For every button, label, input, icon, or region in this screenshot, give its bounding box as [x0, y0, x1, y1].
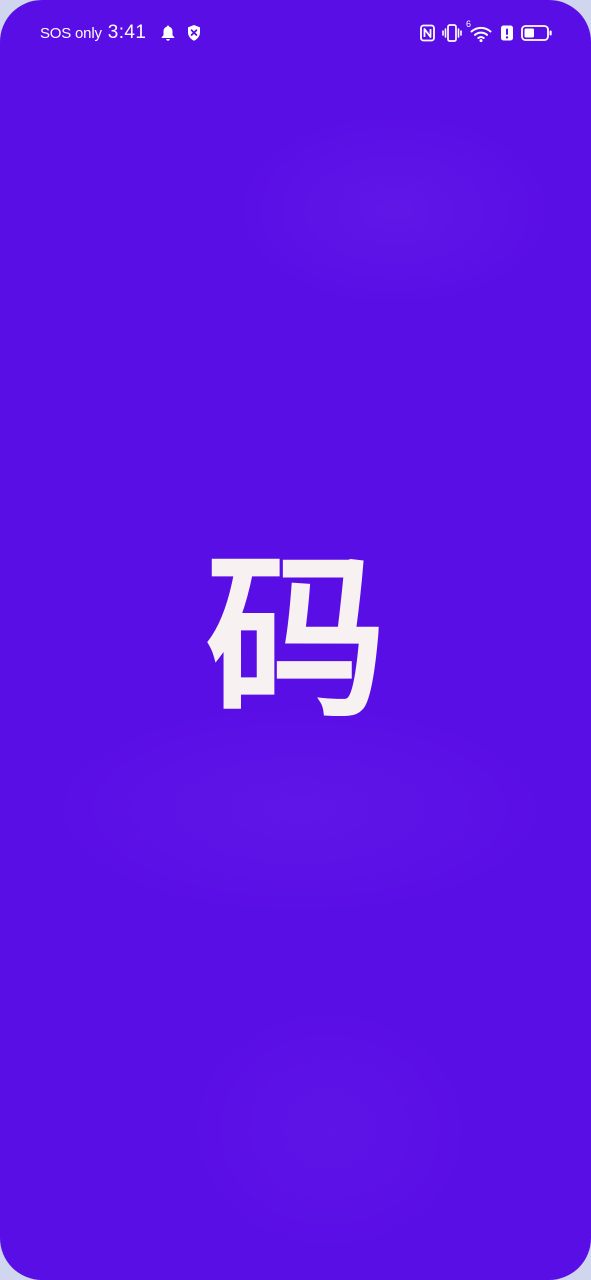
- shield-icon: [186, 24, 202, 42]
- background-glow: [230, 110, 560, 310]
- status-right: 6: [420, 19, 553, 45]
- background-glow: [180, 1000, 480, 1260]
- battery-icon: [521, 24, 553, 42]
- app-logo: 码: [196, 545, 396, 735]
- bell-icon: [160, 24, 176, 42]
- wifi-badge: 6: [466, 19, 472, 29]
- alert-icon: [500, 24, 514, 42]
- clock: 3:41: [107, 22, 147, 43]
- status-bar: SOS only 3:41 6: [0, 0, 591, 66]
- logo-text: 码: [205, 537, 387, 742]
- battery-level-fill: [524, 28, 534, 38]
- status-left: SOS only 3:41: [40, 21, 202, 45]
- nfc-icon: [420, 24, 435, 42]
- splash-screen: SOS only 3:41 6 码: [0, 0, 591, 1280]
- carrier-label: SOS only: [40, 24, 102, 42]
- wifi-icon: 6: [466, 19, 493, 43]
- vibrate-icon: [442, 23, 462, 43]
